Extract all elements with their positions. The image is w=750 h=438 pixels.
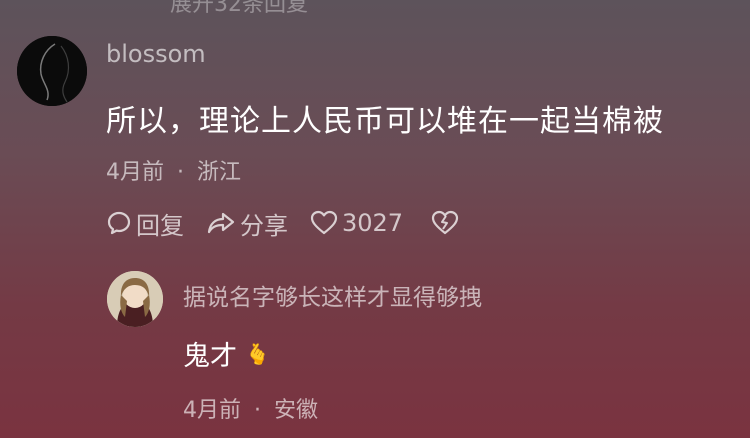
like-count: 3027 xyxy=(342,209,404,237)
comment-username[interactable]: blossom xyxy=(106,40,206,68)
avatar[interactable] xyxy=(17,36,87,106)
reply-content: 鬼才 🫰 xyxy=(183,334,270,373)
share-button[interactable]: 分享 xyxy=(206,206,288,241)
share-label: 分享 xyxy=(240,211,288,240)
comment-actions: 回复 分享 3027 xyxy=(106,206,459,240)
reply-avatar-image xyxy=(107,271,163,327)
meta-separator: · xyxy=(254,398,261,423)
meta-separator: · xyxy=(177,160,184,185)
reply-text: 鬼才 xyxy=(183,341,237,372)
reply-button[interactable]: 回复 xyxy=(106,206,184,241)
reply-location: 安徽 xyxy=(274,398,319,423)
like-button[interactable]: 3027 xyxy=(310,209,403,237)
reply-avatar[interactable] xyxy=(107,271,163,327)
reply-username[interactable]: 据说名字够长这样才显得够拽 xyxy=(183,278,482,312)
expand-replies-text[interactable]: 展开32条回复 xyxy=(170,0,308,18)
comment-time: 4月前 xyxy=(106,160,164,185)
comment-bubble-icon xyxy=(107,211,131,235)
reply-meta: 4月前 · 安徽 xyxy=(183,392,318,424)
comment-location: 浙江 xyxy=(197,160,242,185)
reply-time: 4月前 xyxy=(183,398,241,423)
avatar-image xyxy=(17,36,87,106)
broken-heart-icon xyxy=(431,210,459,235)
finger-heart-emoji-icon: 🫰 xyxy=(245,341,270,366)
reply-label: 回复 xyxy=(136,211,184,240)
share-arrow-icon xyxy=(207,212,235,234)
comment-meta: 4月前 · 浙江 xyxy=(106,154,241,186)
dislike-button[interactable] xyxy=(431,210,459,236)
comment-text: 所以，理论上人民币可以堆在一起当棉被 xyxy=(106,104,664,139)
heart-icon xyxy=(310,210,338,235)
